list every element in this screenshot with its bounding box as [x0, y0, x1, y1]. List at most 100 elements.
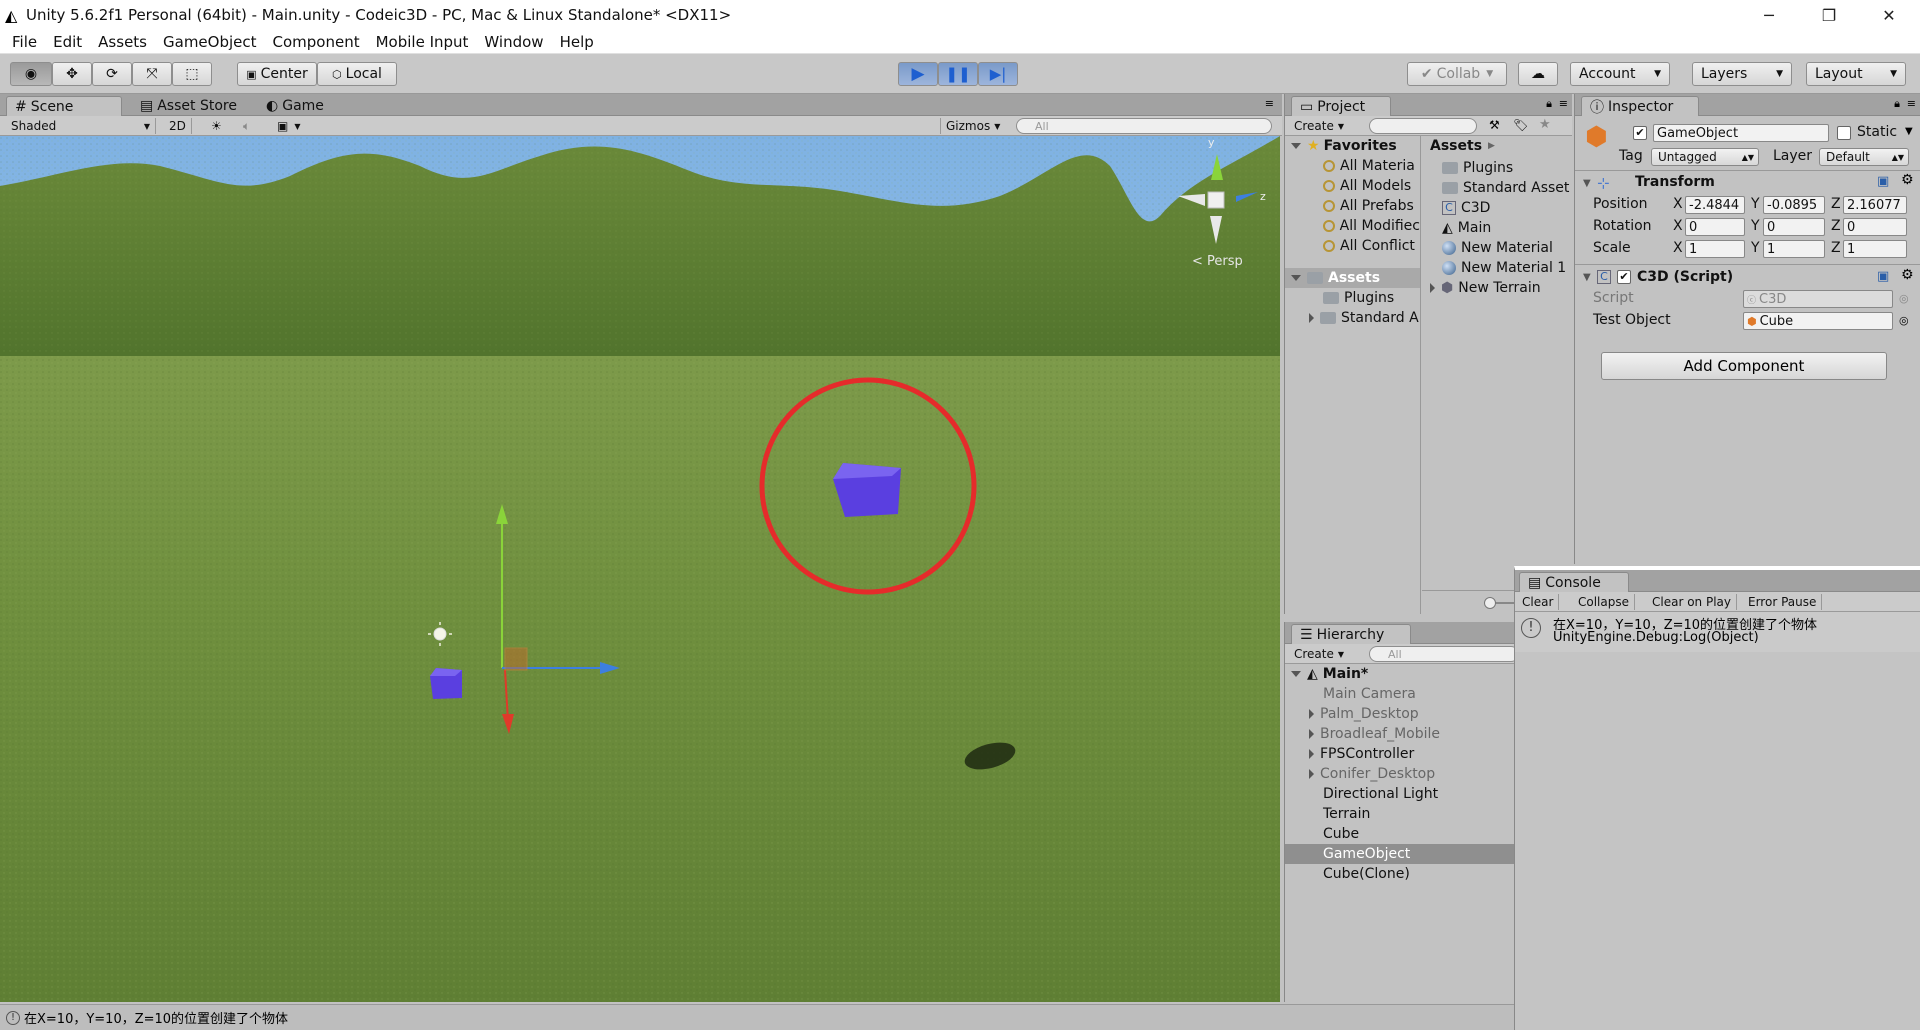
static-checkbox[interactable] — [1837, 126, 1851, 140]
hierarchy-item[interactable]: Main Camera — [1285, 684, 1515, 704]
add-component-button[interactable]: Add Component — [1601, 352, 1887, 380]
hierarchy-item[interactable]: Cube(Clone) — [1285, 864, 1515, 884]
project-search-input[interactable] — [1369, 118, 1477, 134]
step-button[interactable]: ▶| — [978, 62, 1018, 86]
tab-console[interactable]: ▤ Console — [1519, 572, 1629, 592]
pivot-center-button[interactable]: ▣ Center — [237, 62, 317, 86]
hierarchy-item-selected[interactable]: GameObject — [1285, 844, 1515, 864]
pivot-local-button[interactable]: ⬡ Local — [317, 62, 397, 86]
close-button[interactable]: ✕ — [1866, 0, 1912, 30]
menu-assets[interactable]: Assets — [98, 33, 147, 51]
console-collapse-button[interactable]: Collapse — [1573, 594, 1635, 610]
asset-item[interactable]: ◭ Main — [1422, 218, 1573, 238]
label-icon[interactable]: 🏷︎ — [1513, 118, 1528, 132]
menu-mobile-input[interactable]: Mobile Input — [376, 33, 469, 51]
hierarchy-item[interactable]: Directional Light — [1285, 784, 1515, 804]
static-dropdown-arrow[interactable]: ▼ — [1905, 126, 1913, 137]
asset-item[interactable]: C C3D — [1422, 198, 1573, 218]
favorite-item[interactable]: All Materia — [1285, 156, 1420, 176]
hierarchy-item[interactable]: Cube — [1285, 824, 1515, 844]
scene-viewport[interactable]: y z < Persp — [0, 136, 1280, 1002]
help-icon[interactable]: ▣ — [1877, 269, 1889, 284]
project-create-dropdown[interactable]: Create ▼ — [1289, 118, 1349, 134]
gizmos-dropdown[interactable]: Gizmos ▼ — [940, 118, 1005, 134]
favorite-item[interactable]: All Conflict — [1285, 236, 1420, 256]
rotation-y-field[interactable]: 0 — [1763, 218, 1825, 236]
clear-on-play-toggle[interactable]: Clear on Play — [1647, 594, 1737, 610]
component-enabled-checkbox[interactable]: ✔ — [1617, 270, 1631, 284]
zoom-slider-handle[interactable] — [1484, 597, 1496, 609]
tree-folder[interactable]: Plugins — [1285, 288, 1420, 308]
play-button[interactable]: ▶ — [898, 62, 938, 86]
asset-item[interactable]: New Material — [1422, 238, 1573, 258]
gameobject-name-field[interactable]: GameObject — [1653, 124, 1829, 142]
collab-dropdown[interactable]: ✔ Collab ▼ — [1407, 62, 1507, 86]
active-checkbox[interactable]: ✔ — [1633, 126, 1647, 140]
hierarchy-item[interactable]: Palm_Desktop — [1285, 704, 1515, 724]
2d-toggle[interactable]: 2D — [164, 118, 192, 134]
scale-tool-button[interactable]: ⤧ — [132, 62, 172, 86]
projection-label[interactable]: < Persp — [1192, 254, 1243, 269]
rect-tool-button[interactable]: ⬚ — [172, 62, 212, 86]
settings-gear-icon[interactable]: ⚙ — [1901, 267, 1914, 283]
hierarchy-create-dropdown[interactable]: Create ▼ — [1289, 646, 1349, 662]
favorite-item[interactable]: All Prefabs — [1285, 196, 1420, 216]
favorite-item[interactable]: All Modifiec — [1285, 216, 1420, 236]
rotation-z-field[interactable]: 0 — [1843, 218, 1907, 236]
menu-window[interactable]: Window — [484, 33, 543, 51]
menu-edit[interactable]: Edit — [53, 33, 82, 51]
panel-menu-icon[interactable]: ≡ — [1559, 97, 1568, 110]
hierarchy-item[interactable]: Conifer_Desktop — [1285, 764, 1515, 784]
rotation-x-field[interactable]: 0 — [1685, 218, 1745, 236]
tab-project[interactable]: ▭ Project — [1291, 96, 1391, 116]
filter-type-icon[interactable]: ⚒ — [1489, 118, 1500, 132]
position-x-field[interactable]: -2.4844 — [1685, 196, 1745, 214]
pause-button[interactable]: ❚❚ — [938, 62, 978, 86]
favorite-item[interactable]: All Models — [1285, 176, 1420, 196]
tab-hierarchy[interactable]: ☰ Hierarchy — [1291, 624, 1411, 644]
account-dropdown[interactable]: Account ▼ — [1570, 62, 1670, 86]
test-object-field[interactable]: ⬢ Cube — [1743, 312, 1893, 330]
hierarchy-search-input[interactable]: All — [1369, 646, 1519, 662]
component-header[interactable]: C3D (Script) — [1637, 269, 1733, 285]
assets-tree-root[interactable]: Assets — [1285, 268, 1420, 288]
hierarchy-item[interactable]: Broadleaf_Mobile — [1285, 724, 1515, 744]
scene-search-input[interactable]: All — [1016, 118, 1272, 134]
view-tool-button[interactable]: ◉ — [10, 62, 52, 86]
favorites-header[interactable]: ★ Favorites — [1285, 136, 1420, 156]
tag-dropdown[interactable]: Untagged ▲▼ — [1651, 148, 1759, 166]
collapse-arrow-icon[interactable]: ▼ — [1583, 272, 1591, 283]
settings-gear-icon[interactable]: ⚙ — [1901, 172, 1914, 188]
collapse-arrow-icon[interactable]: ▼ — [1583, 178, 1591, 189]
position-z-field[interactable]: 2.16077 — [1843, 196, 1907, 214]
move-tool-button[interactable]: ✥ — [52, 62, 92, 86]
menu-gameobject[interactable]: GameObject — [163, 33, 257, 51]
position-y-field[interactable]: -0.0895 — [1763, 196, 1825, 214]
status-bar[interactable]: ! 在X=10，Y=10，Z=10的位置创建了个物体 — [0, 1004, 1514, 1030]
asset-item[interactable]: Plugins — [1422, 158, 1573, 178]
panel-menu-icon[interactable]: ≡ — [1907, 97, 1916, 110]
cloud-button[interactable]: ☁ — [1518, 62, 1558, 86]
minimize-button[interactable]: ─ — [1746, 0, 1792, 30]
scene-root[interactable]: ◭ Main* — [1285, 664, 1515, 684]
panel-menu-icon[interactable]: ≡ — [1265, 97, 1274, 110]
transform-header[interactable]: Transform — [1635, 174, 1715, 190]
layers-dropdown[interactable]: Layers ▼ — [1692, 62, 1792, 86]
maximize-button[interactable]: ❐ — [1806, 0, 1852, 30]
hierarchy-item[interactable]: Terrain — [1285, 804, 1515, 824]
shading-dropdown[interactable]: Shaded ▼ — [6, 118, 156, 134]
tab-game[interactable]: ◐ Game — [258, 96, 332, 116]
tree-folder[interactable]: Standard A — [1285, 308, 1420, 328]
layout-dropdown[interactable]: Layout ▼ — [1806, 62, 1906, 86]
object-picker-icon[interactable]: ◎ — [1899, 314, 1909, 327]
lock-icon[interactable]: 🔒︎ — [1546, 97, 1552, 111]
tab-scene[interactable]: # Scene — [6, 96, 122, 116]
scale-z-field[interactable]: 1 — [1843, 240, 1907, 258]
help-icon[interactable]: ▣ — [1877, 174, 1889, 189]
star-icon[interactable]: ★ — [1539, 117, 1551, 132]
audio-toggle[interactable]: 🔈︎ — [238, 118, 255, 134]
effects-dropdown[interactable]: ▣ ▼ — [272, 118, 306, 134]
tab-asset-store[interactable]: ▤ Asset Store — [132, 96, 245, 116]
layer-dropdown[interactable]: Default ▲▼ — [1819, 148, 1909, 166]
hierarchy-item[interactable]: FPSController — [1285, 744, 1515, 764]
